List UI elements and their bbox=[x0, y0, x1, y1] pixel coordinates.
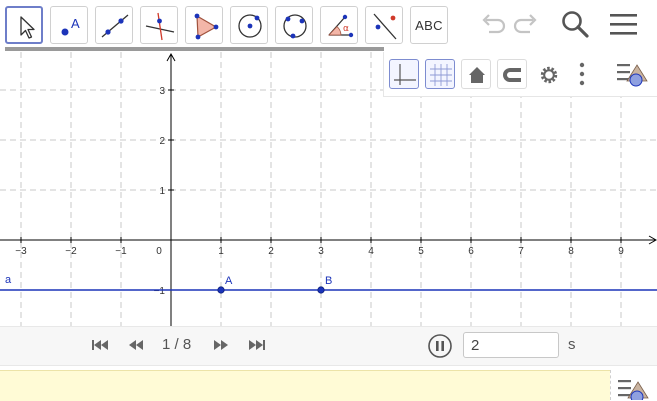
x-tick-label: 3 bbox=[318, 246, 324, 257]
toolbar: A α ABC bbox=[0, 0, 657, 52]
point-tool[interactable]: A bbox=[50, 6, 88, 44]
x-tick-label: −2 bbox=[65, 246, 77, 257]
angle-tool[interactable]: α bbox=[320, 6, 358, 44]
undo-icon[interactable] bbox=[477, 8, 507, 38]
x-tick-label: 6 bbox=[468, 246, 474, 257]
toggle-grid-button[interactable] bbox=[425, 59, 455, 89]
animation-bar: 1 / 8 s bbox=[0, 326, 657, 366]
x-tick-label: 4 bbox=[368, 246, 374, 257]
more-icon[interactable] bbox=[575, 61, 589, 89]
perpendicular-tool[interactable] bbox=[140, 6, 178, 44]
y-tick-label: −1 bbox=[154, 286, 166, 297]
x-tick-label: 8 bbox=[568, 246, 574, 257]
hamburger-menu-icon[interactable] bbox=[609, 11, 639, 41]
grid-icon bbox=[430, 64, 452, 86]
point-label: A bbox=[225, 275, 233, 287]
text-tool-label: ABC bbox=[415, 17, 443, 33]
redo-icon[interactable] bbox=[512, 8, 542, 38]
pause-icon[interactable] bbox=[428, 334, 452, 358]
speed-unit: s bbox=[568, 336, 576, 353]
perpendicular-line-icon bbox=[145, 12, 175, 41]
gear-icon bbox=[540, 66, 558, 84]
circle-tool[interactable] bbox=[230, 6, 268, 44]
home-icon bbox=[469, 67, 485, 83]
arrow-cursor-icon bbox=[20, 16, 35, 39]
magnet-icon bbox=[503, 68, 521, 82]
toggle-axes-button[interactable] bbox=[389, 59, 419, 89]
point-label: B bbox=[325, 275, 332, 287]
search-icon[interactable] bbox=[560, 9, 592, 41]
angle-tool-label: α bbox=[343, 24, 349, 34]
x-tick-label: 7 bbox=[518, 246, 524, 257]
reflect-tool[interactable] bbox=[365, 6, 403, 44]
settings-button[interactable] bbox=[533, 59, 563, 89]
point-icon: A bbox=[61, 16, 80, 36]
point-a[interactable] bbox=[217, 286, 225, 294]
x-tick-label: −3 bbox=[15, 246, 27, 257]
x-tick-label: 2 bbox=[268, 246, 274, 257]
algebra-view-toggle[interactable] bbox=[610, 370, 657, 400]
polygon-icon bbox=[194, 13, 219, 40]
home-button[interactable] bbox=[461, 59, 491, 89]
algebra-input-bar[interactable] bbox=[0, 370, 610, 401]
previous-slide-icon[interactable] bbox=[126, 337, 146, 353]
line-tool[interactable] bbox=[95, 6, 133, 44]
last-slide-icon[interactable] bbox=[247, 337, 267, 353]
x-tick-label: 1 bbox=[218, 246, 224, 257]
x-tick-label: 9 bbox=[618, 246, 624, 257]
point-b[interactable] bbox=[317, 286, 325, 294]
y-tick-label: 3 bbox=[159, 86, 165, 97]
x-tick-label: 0 bbox=[156, 246, 162, 257]
angle-icon: α bbox=[328, 14, 354, 38]
first-slide-icon[interactable] bbox=[90, 337, 110, 353]
reflect-about-line-icon bbox=[373, 13, 397, 40]
line-a-label: a bbox=[5, 274, 12, 286]
point-tool-label: A bbox=[71, 16, 80, 31]
move-tool[interactable] bbox=[5, 6, 43, 44]
conic-tool[interactable] bbox=[275, 6, 313, 44]
animation-speed-input[interactable] bbox=[463, 332, 559, 358]
text-tool[interactable]: ABC bbox=[410, 6, 448, 44]
toggle-style-bar-icon bbox=[618, 380, 649, 400]
toolbar-scroll-indicator bbox=[5, 47, 384, 51]
snap-button[interactable] bbox=[497, 59, 527, 89]
circle-three-points-icon bbox=[283, 14, 307, 39]
slide-counter: 1 / 8 bbox=[162, 336, 192, 353]
toggle-style-bar-icon[interactable] bbox=[616, 61, 650, 89]
polygon-tool[interactable] bbox=[185, 6, 223, 44]
style-bar bbox=[383, 52, 657, 97]
circle-center-point-icon bbox=[238, 14, 262, 38]
x-tick-label: −1 bbox=[115, 246, 127, 257]
next-slide-icon[interactable] bbox=[211, 337, 231, 353]
line-through-points-icon bbox=[101, 14, 129, 38]
y-tick-label: 1 bbox=[159, 186, 165, 197]
y-tick-label: 2 bbox=[159, 136, 165, 147]
x-tick-label: 5 bbox=[418, 246, 424, 257]
axes-icon bbox=[394, 64, 416, 85]
